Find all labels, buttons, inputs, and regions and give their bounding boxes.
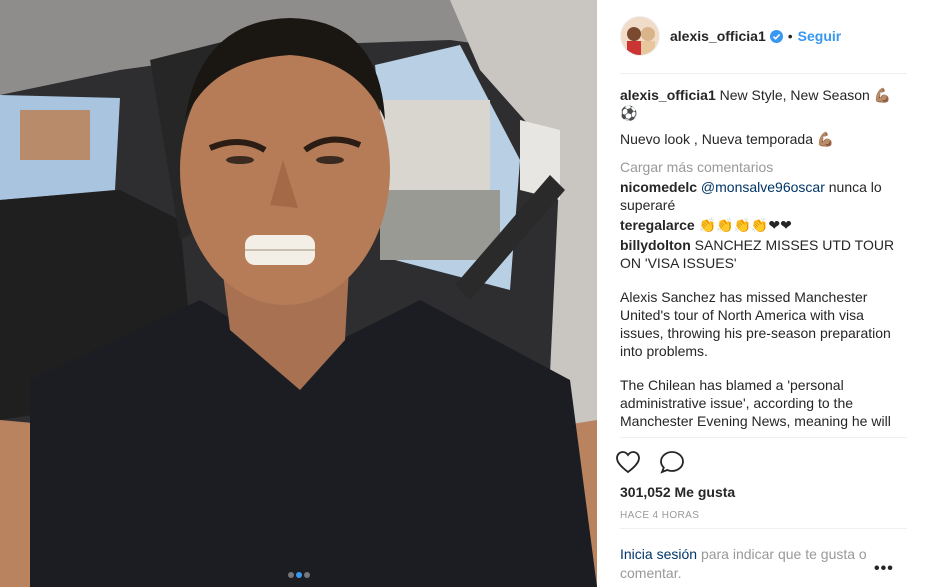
comment-icon[interactable] <box>658 448 686 476</box>
header-username[interactable]: alexis_officia1 <box>670 28 766 44</box>
comments-divider <box>620 437 907 438</box>
footer-divider <box>620 528 907 529</box>
selfie-illustration <box>0 0 597 587</box>
login-prompt: Inicia sesión para indicar que te gusta … <box>620 545 890 583</box>
heart-icon[interactable] <box>614 448 642 476</box>
post-header: alexis_officia1 • Seguir <box>620 16 841 56</box>
carousel-dot[interactable] <box>287 572 294 578</box>
comment-item: billydolton SANCHEZ MISSES UTD TOUR ON '… <box>620 236 907 272</box>
comment-paragraph: The Chilean has blamed a 'personal admin… <box>620 377 891 429</box>
comment-paragraph: Alexis Sanchez has missed Manchester Uni… <box>620 289 891 359</box>
follow-button[interactable]: Seguir <box>798 28 842 44</box>
header-separator: • <box>787 28 793 44</box>
comment-username[interactable]: billydolton <box>620 237 691 253</box>
carousel-dot-active[interactable] <box>295 572 302 578</box>
load-more-comments[interactable]: Cargar más comentarios <box>620 158 907 176</box>
comment-username[interactable]: teregalarce <box>620 217 695 233</box>
action-bar <box>614 448 702 476</box>
likes-count[interactable]: 301,052 Me gusta <box>620 484 735 500</box>
verified-badge-icon <box>769 29 783 43</box>
comment-item: nicomedelc @monsalve96oscar nunca lo sup… <box>620 178 907 214</box>
caption-line2: Nuevo look , Nueva temporada 💪🏽 <box>620 131 835 147</box>
carousel-dot[interactable] <box>303 572 310 578</box>
post-photo[interactable] <box>0 0 597 587</box>
avatar[interactable] <box>620 16 660 56</box>
post-timestamp: HACE 4 HORAS <box>620 510 700 521</box>
comments-list[interactable]: alexis_officia1 New Style, New Season 💪🏽… <box>620 86 907 435</box>
login-link[interactable]: Inicia sesión <box>620 546 697 562</box>
comment-item: teregalarce 👏👏👏👏❤❤ <box>620 216 907 234</box>
comment-username[interactable]: nicomedelc <box>620 179 697 195</box>
header-divider <box>620 73 907 74</box>
caption-username[interactable]: alexis_officia1 <box>620 87 716 103</box>
comment-mention[interactable]: @monsalve96oscar <box>701 179 825 195</box>
carousel-indicator[interactable] <box>0 565 597 581</box>
caption: alexis_officia1 New Style, New Season 💪🏽… <box>620 86 907 122</box>
post-panel: alexis_officia1 • Seguir alexis_officia1… <box>597 0 929 587</box>
more-options-icon[interactable]: ••• <box>874 560 894 578</box>
avatar-image <box>621 17 659 55</box>
comment-text: 👏👏👏👏❤❤ <box>698 217 792 233</box>
